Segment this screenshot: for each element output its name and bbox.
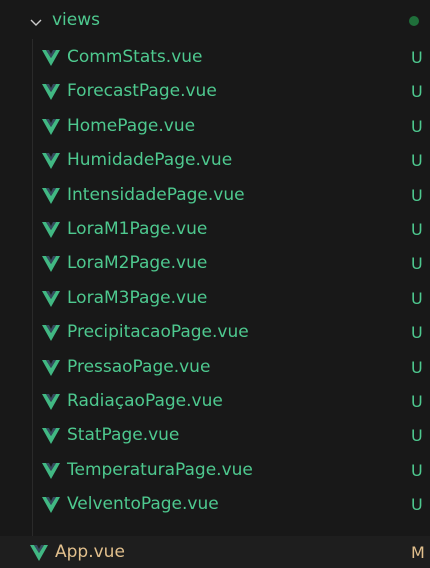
file-label: TemperaturaPage.vue [67,459,253,480]
file-label: VelventoPage.vue [67,494,219,515]
vue-icon [42,50,60,66]
file-item[interactable]: RadiaçaoPage.vue U [0,385,430,420]
file-item[interactable]: LoraM1Page.vue U [0,213,430,248]
vue-icon [42,462,60,479]
vue-icon [42,428,60,445]
folder-label: views [52,10,101,30]
file-explorer: views CommStats.vue U ForecastPage.vue U Hom… [0,0,430,568]
file-item[interactable]: StatPage.vue U [0,419,430,454]
folder-status-dot [409,16,419,26]
file-label: IntensidadePage.vue [67,184,245,205]
vue-icon [42,394,60,410]
file-item[interactable]: IntensidadePage.vue U [0,179,430,214]
git-status-badge: U [411,116,423,136]
git-status-badge: U [411,82,423,102]
vue-icon [42,222,60,238]
file-item[interactable]: PrecipitacaoPage.vue U [0,316,430,351]
git-status-badge: M [411,543,425,562]
file-label: LoraM1Page.vue [67,219,208,239]
git-status-badge: U [411,151,423,171]
chevron-down-icon [30,19,42,26]
vue-icon [30,545,48,561]
git-status-badge: U [411,185,423,205]
file-label: PrecipitacaoPage.vue [67,322,249,343]
vue-icon [42,325,60,342]
vue-icon [42,153,60,170]
git-status-badge: U [411,323,423,343]
file-label: CommStats.vue [67,47,203,67]
file-label: HumidadePage.vue [67,150,233,171]
vue-icon [42,497,60,514]
file-label: PressaoPage.vue [67,356,211,377]
file-item[interactable]: ForecastPage.vue U [0,75,430,110]
file-item[interactable]: LoraM3Page.vue U [0,282,430,317]
file-label: LoraM3Page.vue [67,287,208,308]
file-item[interactable]: TemperaturaPage.vue U [0,454,430,489]
file-item-app-vue[interactable]: App.vue M [0,536,430,568]
git-status-badge: U [411,460,423,480]
file-item[interactable]: CommStats.vue U [0,41,430,76]
git-status-badge: U [411,254,423,274]
file-item[interactable]: LoraM2Page.vue U [0,247,430,282]
file-label: HomePage.vue [67,115,196,136]
vue-icon [42,118,60,135]
file-item[interactable]: HomePage.vue U [0,110,430,145]
vue-icon [42,84,60,101]
file-label: App.vue [55,542,125,562]
file-label: ForecastPage.vue [67,81,217,102]
folder-views[interactable]: views [0,4,430,39]
file-item[interactable]: HumidadePage.vue U [0,144,430,179]
file-item[interactable]: VelventoPage.vue U [0,488,430,523]
git-status-badge: U [411,288,423,308]
git-status-badge: U [411,220,423,239]
git-status-badge: U [411,426,423,446]
vue-icon [42,359,60,376]
file-label: RadiaçaoPage.vue [67,391,223,411]
file-label: LoraM2Page.vue [67,253,208,274]
vue-icon [42,290,60,307]
file-label: StatPage.vue [67,425,180,446]
git-status-badge: U [411,392,423,411]
git-status-badge: U [411,495,423,515]
file-item[interactable]: PressaoPage.vue U [0,351,430,386]
vue-icon [42,256,60,273]
vue-icon [42,187,60,204]
git-status-badge: U [411,357,423,377]
git-status-badge: U [411,48,423,67]
